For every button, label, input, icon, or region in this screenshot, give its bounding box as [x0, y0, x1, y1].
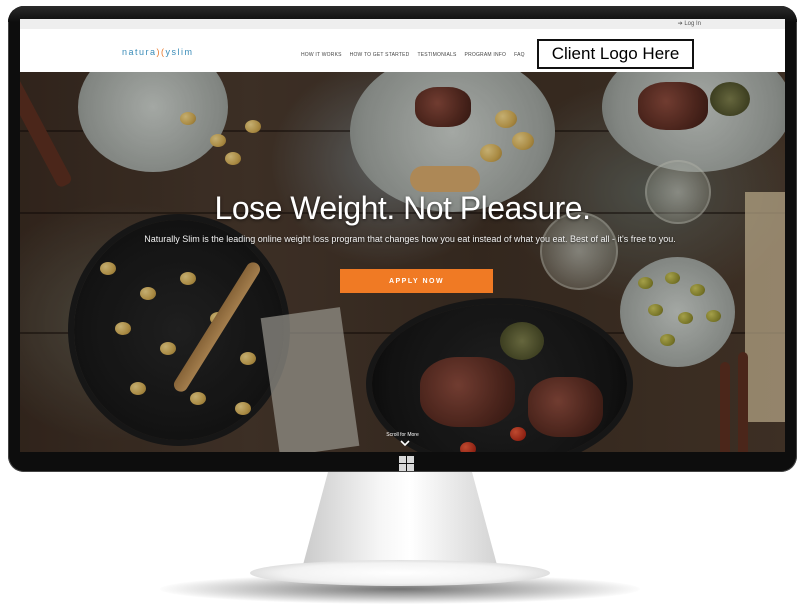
brand-mid: )(: [156, 47, 166, 57]
login-arrow-icon: ➔: [677, 21, 683, 27]
apply-now-button[interactable]: APPLY NOW: [340, 269, 493, 293]
windows-logo-icon: [399, 456, 415, 472]
utility-bar: ➔ Log In: [20, 19, 785, 29]
monitor-screen: ➔ Log In natura)(yslim HOW IT WORKS HOW …: [20, 19, 785, 452]
nav-item-testimonials[interactable]: TESTIMONIALS: [417, 52, 456, 58]
client-logo-label: Client Logo Here: [551, 44, 680, 63]
monitor-stand-base: [250, 560, 550, 586]
hero-subtext: Naturally Slim is the leading online wei…: [144, 234, 676, 244]
main-nav: HOW IT WORKS HOW TO GET STARTED TESTIMON…: [301, 52, 525, 58]
monitor-frame: ➔ Log In natura)(yslim HOW IT WORKS HOW …: [8, 6, 797, 472]
nav-item-faq[interactable]: FAQ: [514, 52, 525, 58]
client-logo-placeholder: Client Logo Here: [537, 39, 694, 69]
site-logo[interactable]: natura)(yslim: [122, 47, 194, 57]
hero-section: Lose Weight. Not Pleasure. Naturally Sli…: [20, 72, 785, 452]
chevron-down-icon[interactable]: [400, 438, 410, 448]
nav-item-how-it-works[interactable]: HOW IT WORKS: [301, 52, 342, 58]
nav-item-program-info[interactable]: PROGRAM INFO: [465, 52, 507, 58]
hero-headline: Lose Weight. Not Pleasure.: [214, 190, 591, 226]
login-label: Log In: [684, 21, 701, 27]
hero-dim-overlay: [20, 72, 785, 452]
login-link[interactable]: ➔ Log In: [678, 20, 701, 27]
brand-right: yslim: [165, 47, 194, 57]
nav-item-how-to-get-started[interactable]: HOW TO GET STARTED: [350, 52, 410, 58]
brand-left: natura: [122, 47, 157, 57]
